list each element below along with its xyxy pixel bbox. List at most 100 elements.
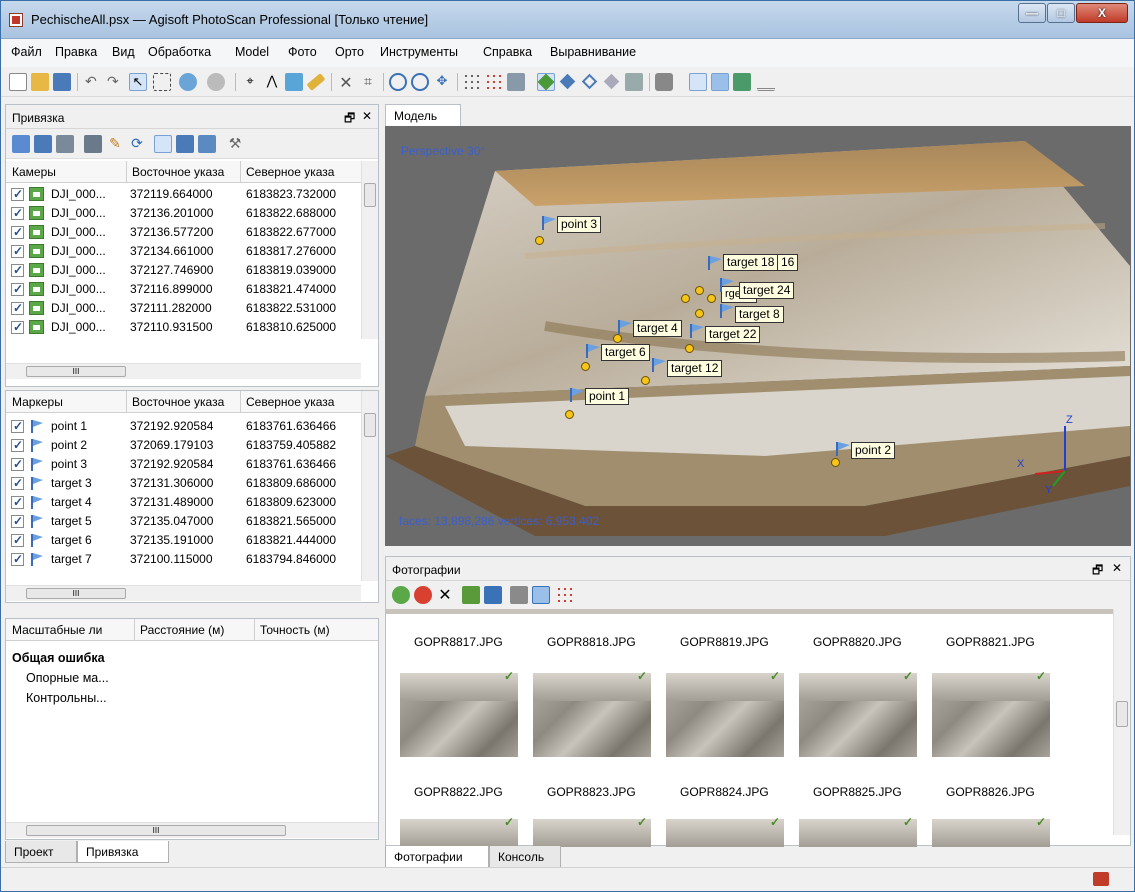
- view-source-icon[interactable]: [154, 135, 172, 153]
- checkbox[interactable]: [11, 301, 24, 315]
- dense-cloud-classes-icon[interactable]: [507, 73, 525, 91]
- photo-thumbnail[interactable]: ✓: [666, 669, 784, 757]
- table-row[interactable]: point 1 372192.920584 6183761.636466: [6, 417, 361, 436]
- checkbox[interactable]: [11, 457, 24, 471]
- tab-model[interactable]: Модель: [385, 104, 461, 127]
- minimize-button[interactable]: —: [1018, 3, 1046, 23]
- tab-console[interactable]: Консоль: [489, 846, 561, 868]
- draw-point-icon[interactable]: ⌖: [241, 73, 259, 91]
- table-row[interactable]: point 3 372192.920584 6183761.636466: [6, 455, 361, 474]
- photo-thumbnail[interactable]: ✓: [400, 815, 518, 847]
- model-wireframe-button[interactable]: [581, 73, 599, 91]
- photo-thumbnail[interactable]: ✓: [533, 669, 651, 757]
- menu-ortho[interactable]: Орто: [335, 45, 364, 59]
- marker-dot[interactable]: [681, 294, 690, 303]
- reset-view-icon[interactable]: ✥: [433, 73, 451, 91]
- show-region-icon[interactable]: [689, 73, 707, 91]
- menu-photo[interactable]: Фото: [288, 45, 317, 59]
- new-file-icon[interactable]: [9, 73, 27, 91]
- float-icon[interactable]: 🗗: [1092, 561, 1103, 582]
- tab-project[interactable]: Проект: [5, 841, 77, 863]
- menu-file[interactable]: Файл: [11, 45, 42, 59]
- photo-thumbnail[interactable]: ✓: [799, 669, 917, 757]
- table-row[interactable]: DJI_000... 372110.931500 6183810.625000: [6, 318, 361, 337]
- markers-vscroll[interactable]: [361, 391, 378, 581]
- menu-align[interactable]: Выравнивание: [550, 45, 636, 59]
- show-markers-icon[interactable]: [711, 73, 729, 91]
- col-north[interactable]: Северное указа: [246, 395, 334, 409]
- scroll-thumb[interactable]: III: [26, 366, 126, 377]
- optimize-icon[interactable]: ✎: [106, 135, 124, 153]
- checkbox[interactable]: [11, 476, 24, 490]
- photo-thumbnail[interactable]: ✓: [533, 815, 651, 847]
- marker-dot[interactable]: [707, 294, 716, 303]
- markers-hscroll[interactable]: III: [6, 585, 361, 601]
- scalebars-hscroll[interactable]: III: [6, 822, 378, 838]
- zoom-out-icon[interactable]: [411, 73, 429, 91]
- marker-dot[interactable]: [695, 309, 704, 318]
- zoom-in-icon[interactable]: [389, 73, 407, 91]
- close-icon[interactable]: ✕: [1112, 561, 1122, 575]
- disable-cameras-icon[interactable]: [414, 586, 432, 604]
- table-row[interactable]: target 3 372131.306000 6183809.686000: [6, 474, 361, 493]
- marker-dot[interactable]: [695, 286, 704, 295]
- table-row[interactable]: DJI_000... 372136.577200 6183822.677000: [6, 223, 361, 242]
- col-cameras[interactable]: Камеры: [12, 165, 56, 179]
- photo-thumbnail[interactable]: ✓: [666, 815, 784, 847]
- view-mode-icon[interactable]: [556, 586, 574, 604]
- point-cloud-icon[interactable]: [463, 73, 481, 91]
- draw-polyline-icon[interactable]: ⋀: [263, 73, 281, 91]
- menu-tools[interactable]: Инструменты: [380, 45, 458, 59]
- col-markers[interactable]: Маркеры: [12, 395, 63, 409]
- table-row[interactable]: DJI_000... 372116.899000 6183821.474000: [6, 280, 361, 299]
- close-button[interactable]: X: [1076, 3, 1128, 23]
- checkbox[interactable]: [11, 552, 24, 566]
- col-east[interactable]: Восточное указа: [132, 165, 224, 179]
- menu-workflow[interactable]: Обработка: [148, 45, 211, 59]
- crop-selection-icon[interactable]: ⌗: [359, 73, 377, 91]
- col-distance[interactable]: Расстояние (м): [140, 623, 224, 637]
- menu-model[interactable]: Model: [235, 45, 269, 59]
- scroll-thumb[interactable]: III: [26, 825, 286, 836]
- navigation-icon[interactable]: ↖: [129, 73, 147, 91]
- table-row[interactable]: DJI_000... 372134.661000 6183817.276000: [6, 242, 361, 261]
- photo-thumbnail[interactable]: ✓: [932, 815, 1050, 847]
- show-grid-icon[interactable]: [757, 73, 775, 91]
- photo-thumbnail[interactable]: ✓: [400, 669, 518, 757]
- control-points-item[interactable]: Опорные ма...: [26, 671, 109, 685]
- model-solid-button[interactable]: [559, 73, 577, 91]
- ruler-icon[interactable]: [306, 73, 326, 91]
- import-icon[interactable]: [12, 135, 30, 153]
- table-row[interactable]: point 2 372069.179103 6183759.405882: [6, 436, 361, 455]
- checkbox[interactable]: [11, 206, 24, 220]
- tiled-model-icon[interactable]: [625, 73, 643, 91]
- show-cameras-icon[interactable]: [655, 73, 673, 91]
- checkbox[interactable]: [11, 419, 24, 433]
- float-icon[interactable]: 🗗: [344, 109, 355, 130]
- rotate-left-icon[interactable]: [484, 586, 502, 604]
- undo-icon[interactable]: ↶: [85, 73, 103, 91]
- table-row[interactable]: DJI_000... 372119.664000 6183823.732000: [6, 185, 361, 204]
- photo-thumbnail[interactable]: ✓: [932, 669, 1050, 757]
- model-textured-button[interactable]: [603, 73, 621, 91]
- cameras-vscroll[interactable]: [361, 161, 378, 339]
- tab-photos[interactable]: Фотографии: [385, 846, 489, 868]
- checkbox[interactable]: [11, 533, 24, 547]
- col-accuracy[interactable]: Точность (м): [260, 623, 330, 637]
- checkbox[interactable]: [11, 514, 24, 528]
- checkbox[interactable]: [11, 244, 24, 258]
- export-icon[interactable]: [34, 135, 52, 153]
- table-icon[interactable]: [84, 135, 102, 153]
- photos-vscroll[interactable]: [1113, 609, 1130, 835]
- checkbox[interactable]: [11, 263, 24, 277]
- table-row[interactable]: target 7 372100.115000 6183794.846000: [6, 550, 361, 569]
- col-scalebars[interactable]: Масштабные ли: [12, 623, 102, 637]
- clear-icon[interactable]: [56, 135, 74, 153]
- filter-by-markers-icon[interactable]: [510, 586, 528, 604]
- table-row[interactable]: target 4 372131.489000 6183809.623000: [6, 493, 361, 512]
- cameras-hscroll[interactable]: III: [6, 363, 361, 379]
- open-folder-icon[interactable]: [31, 73, 49, 91]
- scroll-thumb[interactable]: III: [26, 588, 126, 599]
- delete-selection-icon[interactable]: ✕: [337, 73, 355, 92]
- remove-cameras-icon[interactable]: ✕: [436, 585, 454, 604]
